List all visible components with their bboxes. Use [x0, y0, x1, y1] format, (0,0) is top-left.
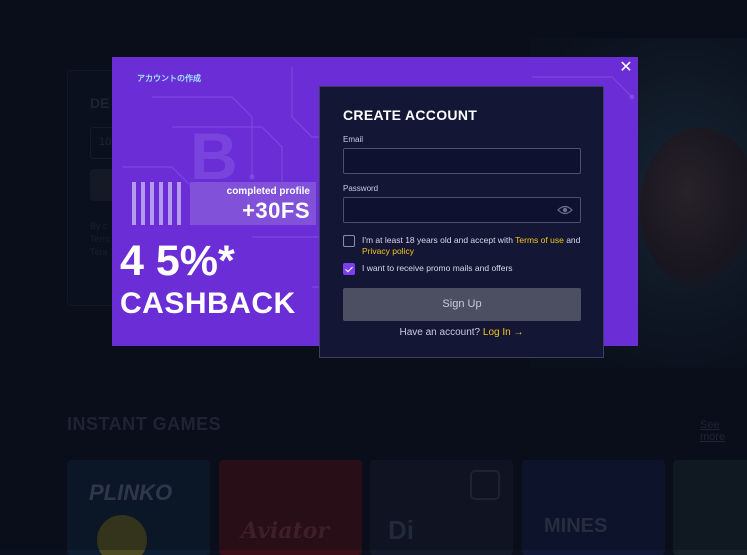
profile-bonus-caption: completed profile: [226, 186, 310, 197]
promo-tag: アカウントの作成: [137, 74, 201, 83]
create-account-form: CREATE ACCOUNT Email Password I'm at lea…: [319, 86, 604, 358]
profile-bonus-badge: completed profile +30FS: [190, 182, 316, 225]
form-title: CREATE ACCOUNT: [343, 107, 478, 123]
cashback-label: CASHBACK: [120, 287, 296, 320]
age-consent-text: I'm at least 18 years old and accept wit…: [362, 235, 582, 257]
profile-bonus-value: +30FS: [242, 198, 310, 223]
terms-of-use-link[interactable]: Terms of use: [515, 235, 564, 245]
email-label: Email: [343, 135, 364, 144]
cashback-percent: 4 5%*: [120, 237, 235, 285]
login-prompt: Have an account? Log In →: [320, 327, 603, 338]
and-text: and: [566, 235, 581, 245]
log-in-link[interactable]: Log In →: [483, 327, 524, 338]
promo-consent-row: I want to receive promo mails and offers: [343, 263, 583, 277]
promo-consent-text: I want to receive promo mails and offers: [362, 263, 513, 273]
age-consent-row: I'm at least 18 years old and accept wit…: [343, 235, 583, 259]
have-account-text: Have an account?: [399, 327, 481, 338]
eye-icon[interactable]: [557, 205, 573, 215]
promo-consent-checkbox[interactable]: [343, 263, 355, 275]
email-field[interactable]: [343, 148, 581, 174]
password-label: Password: [343, 184, 379, 193]
close-icon[interactable]: ✕: [617, 59, 635, 77]
age-consent-checkbox[interactable]: [343, 235, 355, 247]
age-consent-label: I'm at least 18 years old and accept wit…: [362, 235, 513, 245]
password-field[interactable]: [343, 197, 581, 223]
sign-up-button[interactable]: Sign Up: [343, 288, 581, 321]
privacy-policy-link[interactable]: Privacy policy: [362, 246, 414, 256]
